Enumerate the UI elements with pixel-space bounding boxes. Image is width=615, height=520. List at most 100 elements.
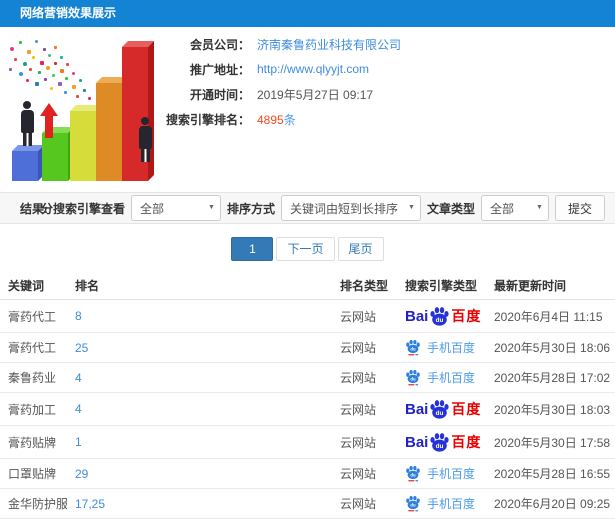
svg-text:du: du	[410, 346, 416, 351]
chart-bar-3	[70, 111, 96, 181]
svg-text:du: du	[410, 472, 416, 477]
baidu-cn-text: 百度	[451, 401, 482, 417]
updated-cell: 2020年5月30日 18:03	[486, 392, 615, 426]
keyword-cell: 秦鲁药业	[0, 362, 67, 393]
rank-link[interactable]: 4	[75, 402, 82, 416]
article-type-select[interactable]: 全部 ▼	[480, 195, 549, 221]
engine-cell: du 手机百度	[397, 332, 486, 363]
updated-cell: 2020年5月28日 17:02	[486, 362, 615, 393]
sort-filter-value: 关键词由短到长排序	[289, 201, 398, 216]
article-type-value: 全部	[489, 201, 514, 216]
engine-cell: du 手机百度	[397, 458, 486, 489]
chart-bar-4	[96, 83, 122, 181]
table-row: 口罩贴牌 29 云网站 du 手机百度 2020年5月28日 16:55	[0, 458, 615, 489]
updated-cell: 2020年6月20日 09:25	[486, 488, 615, 519]
chart-bar-2	[42, 133, 68, 181]
rank-type-cell: 云网站	[332, 332, 397, 363]
engine-cell: Bai du 百度	[397, 299, 486, 333]
rank-link[interactable]: 1	[75, 435, 82, 449]
rank-link[interactable]: 8	[75, 309, 82, 323]
bar-chart-illustration	[2, 35, 172, 185]
updated-cell: 2020年5月30日 17:58	[486, 425, 615, 459]
last-page-button[interactable]: 尾页	[337, 237, 384, 261]
sort-filter-label: 排序方式	[226, 201, 275, 216]
businessman-figure-left	[19, 101, 35, 146]
rank-type-cell: 云网站	[332, 425, 397, 459]
table-row: 金华防护服 17,25 云网站 du 手机百度 2020年6月20日 09:25	[0, 488, 615, 519]
marketing-report-page: 网络营销效果展示 会员公司： 济南秦鲁药业科技有限公司 推广地址： http:/…	[0, 0, 615, 520]
baidu-mobile-label: 手机百度	[427, 467, 476, 481]
engine-filter-select[interactable]: 全部 ▼	[130, 195, 221, 221]
baidu-mobile-logo: du 手机百度	[405, 369, 475, 386]
baidu-paw-icon: du	[406, 495, 420, 511]
engine-type-header: 搜索引擎类型	[397, 272, 486, 300]
rank-cell: 4	[67, 392, 332, 426]
rank-cell: 4	[67, 362, 332, 393]
baidu-bai-text: Bai	[405, 307, 429, 325]
rank-link[interactable]: 17,25	[75, 497, 105, 511]
rank-type-header: 排名类型	[332, 272, 397, 300]
rank-type-cell: 云网站	[332, 299, 397, 333]
baidu-bai-text: Bai	[405, 433, 429, 451]
businessman-figure-right	[137, 117, 153, 162]
updated-cell: 2020年6月4日 11:15	[486, 299, 615, 333]
baidu-paw-icon: du	[430, 306, 449, 326]
updated-cell: 2020年5月28日 16:55	[486, 458, 615, 489]
baidu-mobile-logo: du 手机百度	[405, 465, 475, 482]
baidu-mobile-label: 手机百度	[427, 341, 476, 355]
keyword-cell: 金华防护服	[0, 488, 67, 519]
page-button-1[interactable]: 1	[231, 237, 274, 261]
filter-controls: 分搜索引擎查看 全部 ▼ 排序方式 关键词由短到长排序 ▼ 文章类型 全部 ▼ …	[41, 195, 605, 221]
baidu-paw-icon: du	[406, 339, 420, 355]
next-page-button[interactable]: 下一页	[276, 237, 335, 261]
table-header-row: 关键词 排名 排名类型 搜索引擎类型 最新更新时间	[0, 272, 615, 300]
page-title: 网络营销效果展示	[20, 6, 117, 20]
chart-bar-1	[12, 151, 38, 181]
baidu-pc-logo: Bai du 百度	[405, 399, 481, 419]
article-type-label: 文章类型	[426, 201, 475, 216]
keyword-cell: 口罩贴牌	[0, 458, 67, 489]
promo-url-link[interactable]: http://www.qlyyjt.com	[257, 62, 369, 76]
table-row: 膏药加工 4 云网站 Bai du 百度 2020年5月30日 18:03	[0, 392, 615, 426]
engine-filter-label: 分搜索引擎查看	[40, 201, 125, 216]
rank-link[interactable]: 29	[75, 467, 88, 481]
baidu-cn-text: 百度	[451, 308, 482, 324]
sort-filter-select[interactable]: 关键词由短到长排序 ▼	[280, 195, 421, 221]
member-company-label: 会员公司：	[189, 37, 250, 52]
table-row: 膏药代工 25 云网站 du 手机百度 2020年5月30日 18:06	[0, 332, 615, 363]
updated-cell: 2020年5月30日 18:06	[486, 332, 615, 363]
keyword-cell: 膏药贴牌	[0, 425, 67, 459]
chevron-down-icon: ▼	[208, 204, 215, 211]
ranking-count-label: 搜索引擎排名：	[165, 112, 250, 127]
table-row: 膏药代工 8 云网站 Bai du 百度 2020年6月4日 11:15	[0, 299, 615, 333]
svg-text:du: du	[436, 443, 444, 450]
pagination: 1 下一页 尾页	[0, 237, 615, 261]
rank-cell: 25	[67, 332, 332, 363]
table-row: 秦鲁药业 4 云网站 du 手机百度 2020年5月28日 17:02	[0, 362, 615, 393]
engine-cell: du 手机百度	[397, 362, 486, 393]
baidu-pc-logo: Bai du 百度	[405, 432, 481, 452]
rank-cell: 8	[67, 299, 332, 333]
rank-type-cell: 云网站	[332, 392, 397, 426]
engine-cell: du 手机百度	[397, 488, 486, 519]
rank-cell: 1	[67, 425, 332, 459]
rank-cell: 17,25	[67, 488, 332, 519]
baidu-paw-icon: du	[406, 465, 420, 481]
engine-cell: Bai du 百度	[397, 425, 486, 459]
ranking-count-row: 搜索引擎排名： 4895条	[158, 112, 401, 127]
rank-link[interactable]: 4	[75, 371, 82, 385]
member-company-row: 会员公司： 济南秦鲁药业科技有限公司	[158, 36, 401, 53]
ranking-count-value: 4895	[257, 112, 284, 127]
baidu-bai-text: Bai	[405, 400, 429, 418]
keyword-header: 关键词	[0, 272, 67, 300]
baidu-paw-icon: du	[430, 399, 449, 419]
rank-link[interactable]: 25	[75, 341, 88, 355]
filter-bar: 结果: 分搜索引擎查看 全部 ▼ 排序方式 关键词由短到长排序 ▼ 文章类型 全…	[0, 192, 615, 224]
baidu-mobile-label: 手机百度	[427, 497, 476, 511]
chevron-down-icon: ▼	[408, 204, 415, 211]
submit-button[interactable]: 提交	[554, 195, 605, 221]
engine-filter-value: 全部	[139, 201, 164, 216]
svg-text:du: du	[410, 376, 416, 381]
updated-header: 最新更新时间	[486, 272, 615, 300]
member-company-link[interactable]: 济南秦鲁药业科技有限公司	[257, 36, 401, 53]
